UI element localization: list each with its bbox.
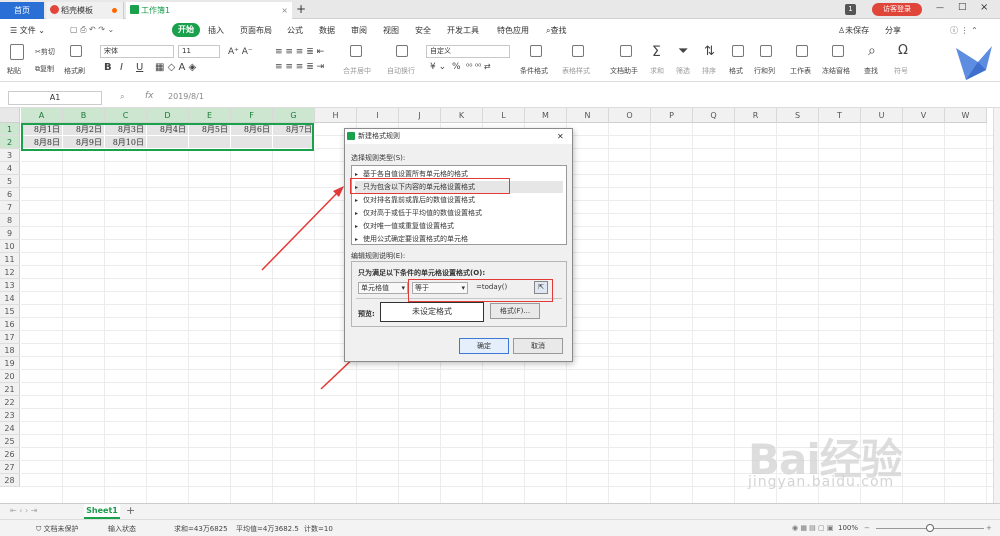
triangle-icon: ▸ — [355, 210, 359, 217]
cell-value-dropdown[interactable]: 单元格值 ▾ — [358, 282, 408, 294]
sum-status: 求和=43万6825 — [174, 525, 228, 533]
rule-type-label: 选择规则类型(S): — [351, 154, 406, 162]
rule-item-5-label: 使用公式确定要设置格式的单元格 — [363, 235, 468, 243]
zoom-out-icon[interactable]: − — [864, 524, 870, 532]
preview-box: 未设定格式 — [380, 302, 484, 322]
triangle-icon: ▸ — [355, 197, 359, 204]
rule-item-2[interactable]: ▸ 仅对排名靠前或靠后的数值设置格式 — [355, 194, 563, 206]
condition-label: 只为满足以下条件的单元格设置格式(O): — [358, 269, 486, 277]
rule-item-5[interactable]: ▸ 使用公式确定要设置格式的单元格 — [355, 233, 563, 245]
avg-status: 平均值=4万3682.5 — [236, 525, 299, 533]
ok-button[interactable]: 确定 — [459, 338, 509, 354]
zoom-level[interactable]: 100% — [838, 524, 858, 532]
sheet-tab-bar: ⇤ ‹ › ⇥ Sheet1 + — [0, 503, 1000, 519]
preview-label: 预览: — [358, 310, 375, 318]
cell-value-dropdown-label: 单元格值 — [361, 284, 389, 292]
shield-icon: ⛉ — [36, 525, 42, 533]
highlight-rule-box — [350, 178, 510, 194]
rule-item-4[interactable]: ▸ 仅对唯一值或重复值设置格式 — [355, 220, 563, 232]
zoom-slider-thumb[interactable] — [926, 524, 934, 532]
cancel-button[interactable]: 取消 — [513, 338, 563, 354]
protect-label: 文档未保护 — [43, 525, 79, 533]
new-format-rule-dialog: 新建格式规则 ✕ 选择规则类型(S): ▸ 基于各自值设置所有单元格的格式 ▸ 只为… — [344, 128, 573, 362]
rule-item-2-label: 仅对排名靠前或靠后的数值设置格式 — [363, 196, 475, 204]
status-bar: ⛉ 文档未保护 输入状态 求和=43万6825 平均值=4万3682.5 计数=… — [0, 519, 1000, 536]
sheet-nav-icons[interactable]: ⇤ ‹ › ⇥ — [10, 506, 37, 515]
edit-rule-label: 编辑规则说明(E): — [351, 252, 406, 260]
dropdown-arrow-icon: ▾ — [401, 284, 405, 292]
rule-item-4-label: 仅对唯一值或重复值设置格式 — [363, 222, 454, 230]
highlight-condition-box — [408, 279, 553, 302]
arrow-1 — [261, 189, 341, 271]
rule-type-list[interactable]: ▸ 基于各自值设置所有单元格的格式 ▸ 只为包含以下内容的单元格设置格式 ▸ 仅对排名… — [351, 165, 567, 245]
rule-item-0-label: 基于各自值设置所有单元格的格式 — [363, 170, 468, 178]
dialog-titlebar: 新建格式规则 ✕ — [345, 129, 572, 144]
dialog-app-icon — [347, 132, 355, 140]
sheet-tab-sheet1[interactable]: Sheet1 — [84, 504, 120, 519]
zoom-in-icon[interactable]: + — [986, 524, 992, 532]
view-mode-icons[interactable]: ◉ ▦ ▤ ▢ ▣ — [792, 524, 833, 532]
add-sheet-button[interactable]: + — [126, 504, 135, 517]
rule-item-3-label: 仅对高于或低于平均值的数值设置格式 — [363, 209, 482, 217]
input-status: 输入状态 — [108, 525, 136, 533]
protect-status[interactable]: ⛉ 文档未保护 — [36, 524, 78, 534]
dialog-close-button[interactable]: ✕ — [557, 129, 564, 144]
triangle-icon: ▸ — [355, 223, 359, 230]
format-button[interactable]: 格式(F)... — [490, 303, 540, 319]
triangle-icon: ▸ — [355, 236, 359, 243]
dialog-title: 新建格式规则 — [358, 132, 400, 140]
rule-item-3[interactable]: ▸ 仅对高于或低于平均值的数值设置格式 — [355, 207, 563, 219]
count-status: 计数=10 — [304, 525, 333, 533]
